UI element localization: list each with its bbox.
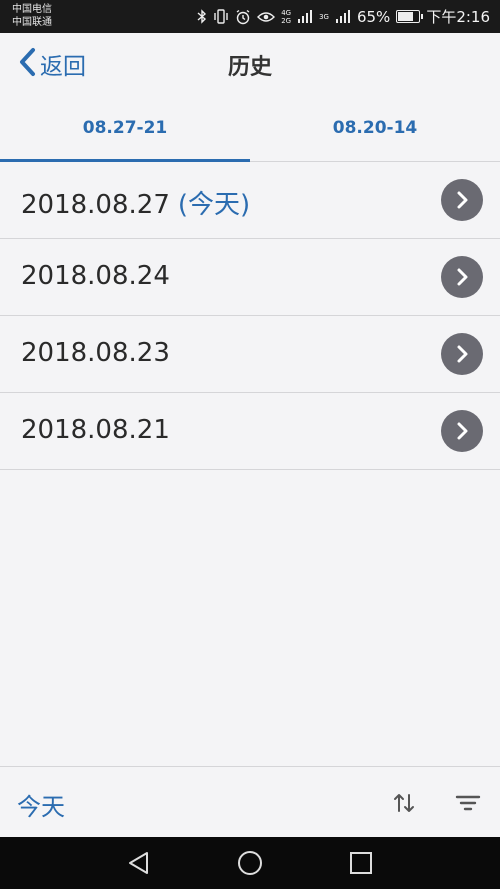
history-list: 2018.08.27 (今天) 2018.08.24 2018.08.23 201… [0,162,500,470]
row-date: 2018.08.21 [21,415,170,445]
row-date: 2018.08.24 [21,261,170,291]
status-bar: 中国电信 中国联通 4G 2G 3G 65% 下午2:16 [0,0,500,33]
filter-icon[interactable] [454,789,482,817]
network-type-1: 4G 2G [281,8,292,25]
page-title: 历史 [227,55,272,80]
date-text: 2018.08.23 [21,338,170,368]
row-date: 2018.08.23 [21,338,170,368]
battery-percent: 65% [356,7,391,26]
clock: 下午2:16 [426,8,490,26]
list-item[interactable]: 2018.08.21 [0,393,500,470]
list-item[interactable]: 2018.08.27 (今天) [0,162,500,239]
week-tabs: 08.27-21 08.20-14 [0,95,500,162]
network-type-2: 3G [319,12,329,21]
home-circle-icon[interactable] [236,849,264,877]
status-icons: 4G 2G 3G 65% 下午2:16 [197,0,490,33]
list-item[interactable]: 2018.08.24 [0,239,500,316]
chevron-right-icon[interactable] [441,179,483,221]
carrier-2: 中国联通 [12,17,52,28]
signal-icon [297,10,313,23]
tab-week-08-27-21[interactable]: 08.27-21 [0,95,250,161]
tab-week-08-20-14[interactable]: 08.20-14 [250,95,500,161]
today-button[interactable]: 今天 [17,787,65,822]
date-text: 2018.08.27 [21,190,170,220]
battery-icon [396,10,424,23]
chevron-right-icon[interactable] [441,256,483,298]
bottom-toolbar: 今天 [0,766,500,838]
date-text: 2018.08.24 [21,261,170,291]
carrier-1: 中国电信 [12,4,52,15]
date-text: 2018.08.21 [21,415,170,445]
alarm-icon [235,9,251,25]
eye-icon [257,11,276,23]
row-date: 2018.08.27 (今天) [21,184,250,221]
list-item[interactable]: 2018.08.23 [0,316,500,393]
vibrate-icon [213,9,229,24]
system-navigation-bar [0,837,500,889]
recents-square-icon[interactable] [347,849,375,877]
back-triangle-icon[interactable] [125,849,153,877]
bluetooth-icon [197,9,207,24]
sort-icon[interactable] [390,789,418,817]
navigation-bar: 返回 历史 [0,33,500,95]
today-tag: (今天) [177,190,251,220]
signal-icon-2 [335,10,351,23]
chevron-right-icon[interactable] [441,333,483,375]
chevron-right-icon[interactable] [441,410,483,452]
carrier-info: 中国电信 中国联通 [12,3,52,29]
